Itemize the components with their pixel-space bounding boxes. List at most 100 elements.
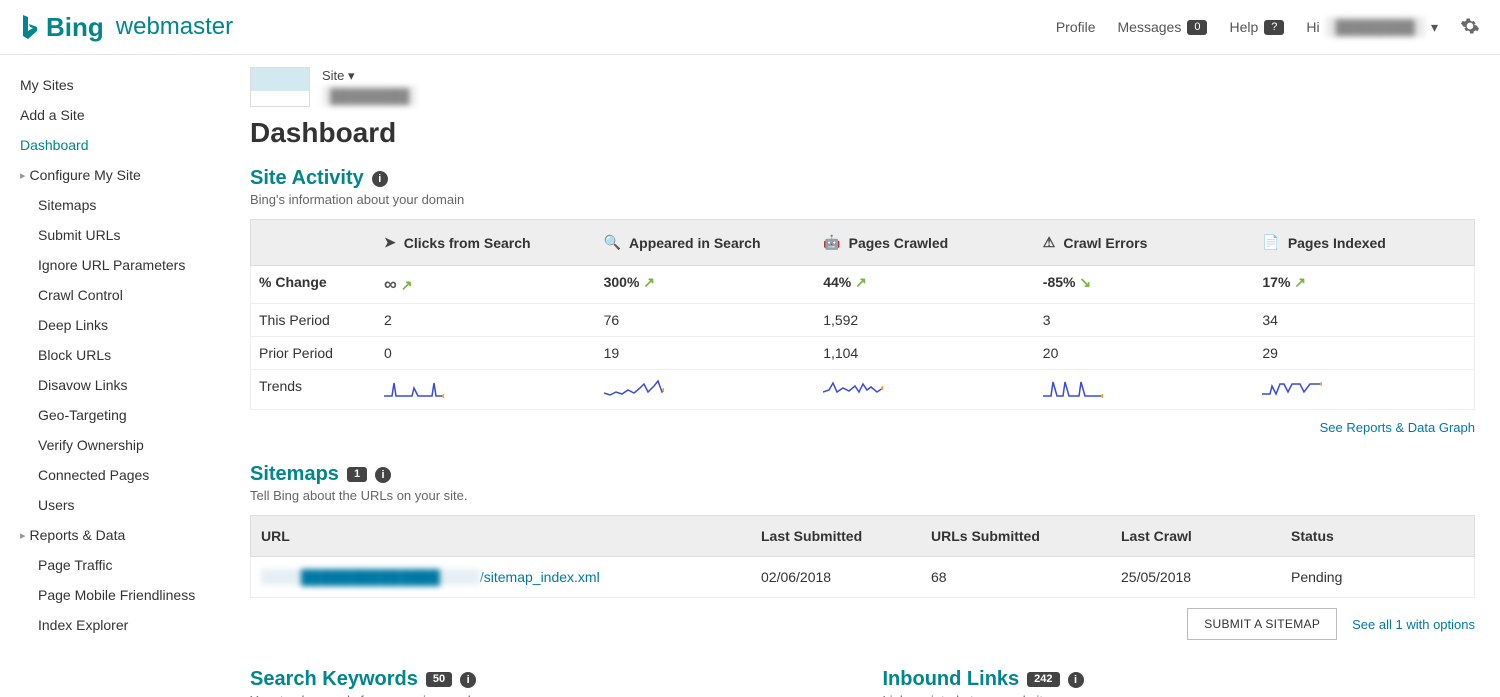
sidebar-item-users[interactable]: Users xyxy=(20,490,225,520)
sidebar-item-my-sites[interactable]: My Sites xyxy=(20,70,225,100)
info-icon[interactable]: i xyxy=(375,467,391,483)
info-icon[interactable]: i xyxy=(460,672,476,688)
info-icon[interactable]: i xyxy=(1068,672,1084,688)
sitemap-url-suffix: /sitemap_index.xml xyxy=(480,569,600,585)
main: ◂ My Sites Add a Site Dashboard ▸Configu… xyxy=(0,55,1500,697)
user-menu[interactable]: Hi ████████ ▾ xyxy=(1306,17,1438,37)
brand-main: Bing xyxy=(46,12,104,43)
site-dropdown[interactable]: Site ▾ xyxy=(322,68,417,84)
sitemaps-title: Sitemaps 1 i xyxy=(250,463,1475,486)
up-arrow-icon: ↗ xyxy=(643,274,655,290)
site-name: ████████ xyxy=(322,86,417,106)
sitemap-last-crawl: 25/05/2018 xyxy=(1111,557,1281,597)
inbound-links-title: Inbound Links 242 i xyxy=(883,668,1476,691)
sidebar-item-index-explorer[interactable]: Index Explorer xyxy=(20,610,225,640)
search-keywords-subtitle: Your top keywords from organic search xyxy=(250,693,843,697)
document-icon: 📄 xyxy=(1262,234,1279,251)
col-urls-submitted: URLs Submitted xyxy=(921,516,1111,556)
logo-area: Bing webmaster xyxy=(20,12,233,43)
bing-logo[interactable]: Bing xyxy=(20,12,104,43)
trends-row: Trends xyxy=(250,370,1475,410)
col-last-crawl: Last Crawl xyxy=(1111,516,1281,556)
sitemaps-table: URL Last Submitted URLs Submitted Last C… xyxy=(250,515,1475,598)
sidebar-item-disavow-links[interactable]: Disavow Links xyxy=(20,370,225,400)
sidebar-item-add-site[interactable]: Add a Site xyxy=(20,100,225,130)
sidebar-item-connected-pages[interactable]: Connected Pages xyxy=(20,460,225,490)
help-link[interactable]: Help ? xyxy=(1229,19,1284,35)
col-status: Status xyxy=(1281,516,1474,556)
brand-sub: webmaster xyxy=(116,13,233,41)
sidebar-item-page-traffic[interactable]: Page Traffic xyxy=(20,550,225,580)
profile-link[interactable]: Profile xyxy=(1056,19,1096,35)
sitemap-url-blur: ██████████████ xyxy=(261,569,480,585)
prior-errors: 20 xyxy=(1035,337,1255,369)
sidebar-item-configure[interactable]: ▸Configure My Site xyxy=(20,160,225,190)
sidebar-item-crawl-control[interactable]: Crawl Control xyxy=(20,280,225,310)
prior-indexed: 29 xyxy=(1254,337,1474,369)
sitemaps-subtitle: Tell Bing about the URLs on your site. xyxy=(250,488,1475,503)
this-indexed: 34 xyxy=(1254,304,1474,336)
messages-link[interactable]: Messages 0 xyxy=(1118,19,1208,35)
bing-logo-icon xyxy=(20,14,40,40)
top-right-nav: Profile Messages 0 Help ? Hi ████████ ▾ xyxy=(1056,16,1480,39)
reports-link-row: See Reports & Data Graph xyxy=(250,410,1475,455)
username: ████████ xyxy=(1326,17,1425,37)
see-all-sitemaps-link[interactable]: See all 1 with options xyxy=(1352,617,1475,632)
sitemaps-footer: SUBMIT A SITEMAP See all 1 with options xyxy=(250,598,1475,660)
change-appeared: 300% xyxy=(604,274,640,290)
inbound-links-subtitle: Links pointed at your website xyxy=(883,693,1476,697)
sitemap-status: Pending xyxy=(1281,557,1474,597)
messages-count-badge: 0 xyxy=(1187,20,1207,35)
sitemap-row[interactable]: ██████████████/sitemap_index.xml 02/06/2… xyxy=(250,557,1475,598)
sidebar-item-verify-ownership[interactable]: Verify Ownership xyxy=(20,430,225,460)
prior-crawled: 1,104 xyxy=(815,337,1035,369)
sidebar-item-block-urls[interactable]: Block URLs xyxy=(20,340,225,370)
cursor-icon: ➤ xyxy=(384,234,396,251)
site-picker-label: Site xyxy=(322,68,344,83)
this-errors: 3 xyxy=(1035,304,1255,336)
change-indexed: 17% xyxy=(1262,274,1290,290)
sidebar-item-sitemaps[interactable]: Sitemaps xyxy=(20,190,225,220)
prior-clicks: 0 xyxy=(376,337,596,369)
sidebar-item-ignore-url-params[interactable]: Ignore URL Parameters xyxy=(20,250,225,280)
sitemaps-count-badge: 1 xyxy=(347,467,367,482)
col-url: URL xyxy=(251,516,751,556)
info-icon[interactable]: i xyxy=(372,171,388,187)
prior-appeared: 19 xyxy=(596,337,816,369)
sidebar-item-page-mobile[interactable]: Page Mobile Friendliness xyxy=(20,580,225,610)
sitemap-urls-submitted: 68 xyxy=(921,557,1111,597)
sidebar-item-dashboard[interactable]: Dashboard xyxy=(20,130,225,160)
chevron-down-icon: ▾ xyxy=(1431,19,1438,36)
sparkline-indexed xyxy=(1262,378,1322,398)
search-keywords-count-badge: 50 xyxy=(426,672,452,687)
this-period-row: This Period 2 76 1,592 3 34 xyxy=(250,304,1475,337)
sidebar: ◂ My Sites Add a Site Dashboard ▸Configu… xyxy=(0,55,225,697)
indexed-header: Pages Indexed xyxy=(1288,235,1386,251)
sitemaps-title-text: Sitemaps xyxy=(250,463,339,486)
submit-sitemap-button[interactable]: SUBMIT A SITEMAP xyxy=(1187,608,1337,640)
sidebar-item-deep-links[interactable]: Deep Links xyxy=(20,310,225,340)
up-arrow-icon: ↗ xyxy=(1294,274,1306,290)
sidebar-item-submit-urls[interactable]: Submit URLs xyxy=(20,220,225,250)
gear-icon[interactable] xyxy=(1460,16,1480,39)
this-clicks: 2 xyxy=(376,304,596,336)
down-arrow-icon: ↘ xyxy=(1079,274,1091,290)
sparkline-clicks xyxy=(384,378,444,398)
metrics-header: ➤Clicks from Search 🔍Appeared in Search … xyxy=(250,219,1475,266)
sidebar-item-geo-targeting[interactable]: Geo-Targeting xyxy=(20,400,225,430)
see-reports-link[interactable]: See Reports & Data Graph xyxy=(1320,420,1475,435)
sparkline-appeared xyxy=(604,378,664,398)
prior-period-row: Prior Period 0 19 1,104 20 29 xyxy=(250,337,1475,370)
up-arrow-icon: ↗ xyxy=(855,274,867,290)
site-thumbnail xyxy=(250,67,310,107)
site-activity-title: Site Activity i xyxy=(250,167,1475,190)
inbound-links-count-badge: 242 xyxy=(1027,672,1059,687)
sidebar-reports-label: Reports & Data xyxy=(30,527,126,543)
sparkline-crawled xyxy=(823,378,883,398)
this-crawled: 1,592 xyxy=(815,304,1035,336)
sidebar-item-reports[interactable]: ▸Reports & Data xyxy=(20,520,225,550)
content: Changes for Last 30 days - Site ▾ ██████… xyxy=(225,55,1500,697)
crawled-header: Pages Crawled xyxy=(849,235,949,251)
appeared-header: Appeared in Search xyxy=(629,235,761,251)
site-activity-subtitle: Bing's information about your domain xyxy=(250,192,1475,207)
